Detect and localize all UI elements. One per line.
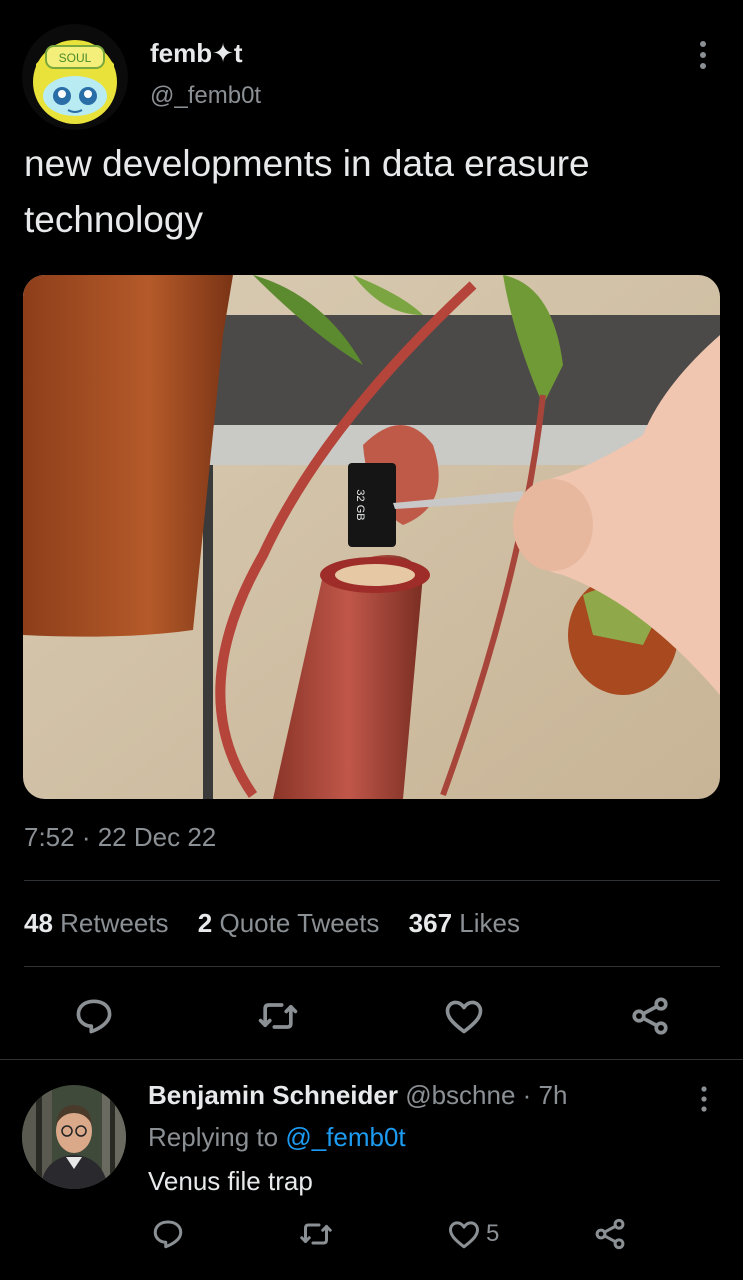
author-avatar[interactable]: SOUL xyxy=(22,24,128,130)
reply-retweet-icon[interactable] xyxy=(298,1216,334,1252)
person-avatar-icon xyxy=(22,1085,126,1189)
soul-helmet-avatar-icon: SOUL xyxy=(22,24,128,130)
reply-author-name[interactable]: Benjamin Schneider xyxy=(148,1080,398,1110)
likes-stat[interactable]: 367 Likes xyxy=(409,908,520,938)
like-icon[interactable] xyxy=(442,994,486,1038)
replying-mention-link[interactable]: @_femb0t xyxy=(285,1122,405,1152)
quote-tweets-stat[interactable]: 2 Quote Tweets xyxy=(198,908,380,938)
reply-icon[interactable] xyxy=(72,994,116,1038)
author-handle[interactable]: @_femb0t xyxy=(150,82,261,110)
replying-to: Replying to @_femb0t xyxy=(148,1122,406,1153)
reply-header: Benjamin Schneider @bschne · 7h xyxy=(148,1080,567,1111)
divider xyxy=(0,1059,743,1060)
reply-share-icon[interactable] xyxy=(592,1216,628,1252)
author-display-name[interactable]: femb✦t xyxy=(150,38,243,69)
share-icon[interactable] xyxy=(628,994,672,1038)
more-options-icon[interactable] xyxy=(692,38,714,72)
replying-prefix: Replying to xyxy=(148,1122,279,1152)
divider xyxy=(24,966,720,967)
quotes-label: Quote Tweets xyxy=(219,908,380,938)
reply-text: Venus file trap xyxy=(148,1166,313,1196)
reply-reply-icon[interactable] xyxy=(150,1216,186,1252)
retweets-label: Retweets xyxy=(60,908,169,938)
reply-like-icon xyxy=(446,1216,482,1252)
retweets-count: 48 xyxy=(24,908,53,938)
svg-text:SOUL: SOUL xyxy=(59,51,92,65)
tweet-media-photo[interactable]: 32 GB xyxy=(23,275,720,799)
engagement-stats: 48 Retweets 2 Quote Tweets 367 Likes xyxy=(24,908,520,939)
svg-text:32 GB: 32 GB xyxy=(354,489,366,520)
quotes-count: 2 xyxy=(197,908,213,938)
likes-count: 367 xyxy=(408,908,453,938)
reply-more-options-icon[interactable] xyxy=(694,1084,714,1114)
photo-pitcher-plant-sd-card-icon: 32 GB xyxy=(23,275,720,799)
reply-like-button[interactable]: 5 xyxy=(446,1216,499,1252)
divider xyxy=(24,880,720,881)
retweets-stat[interactable]: 48 Retweets xyxy=(24,908,169,938)
tweet-timestamp[interactable]: 7:52 · 22 Dec 22 xyxy=(24,822,216,853)
tweet-text: new developments in data erasure technol… xyxy=(24,143,590,240)
retweet-icon[interactable] xyxy=(256,994,300,1038)
reply-author-avatar[interactable] xyxy=(22,1085,126,1189)
likes-label: Likes xyxy=(459,908,520,938)
reply-author-meta[interactable]: @bschne · 7h xyxy=(405,1080,567,1110)
reply-like-count: 5 xyxy=(486,1220,500,1247)
